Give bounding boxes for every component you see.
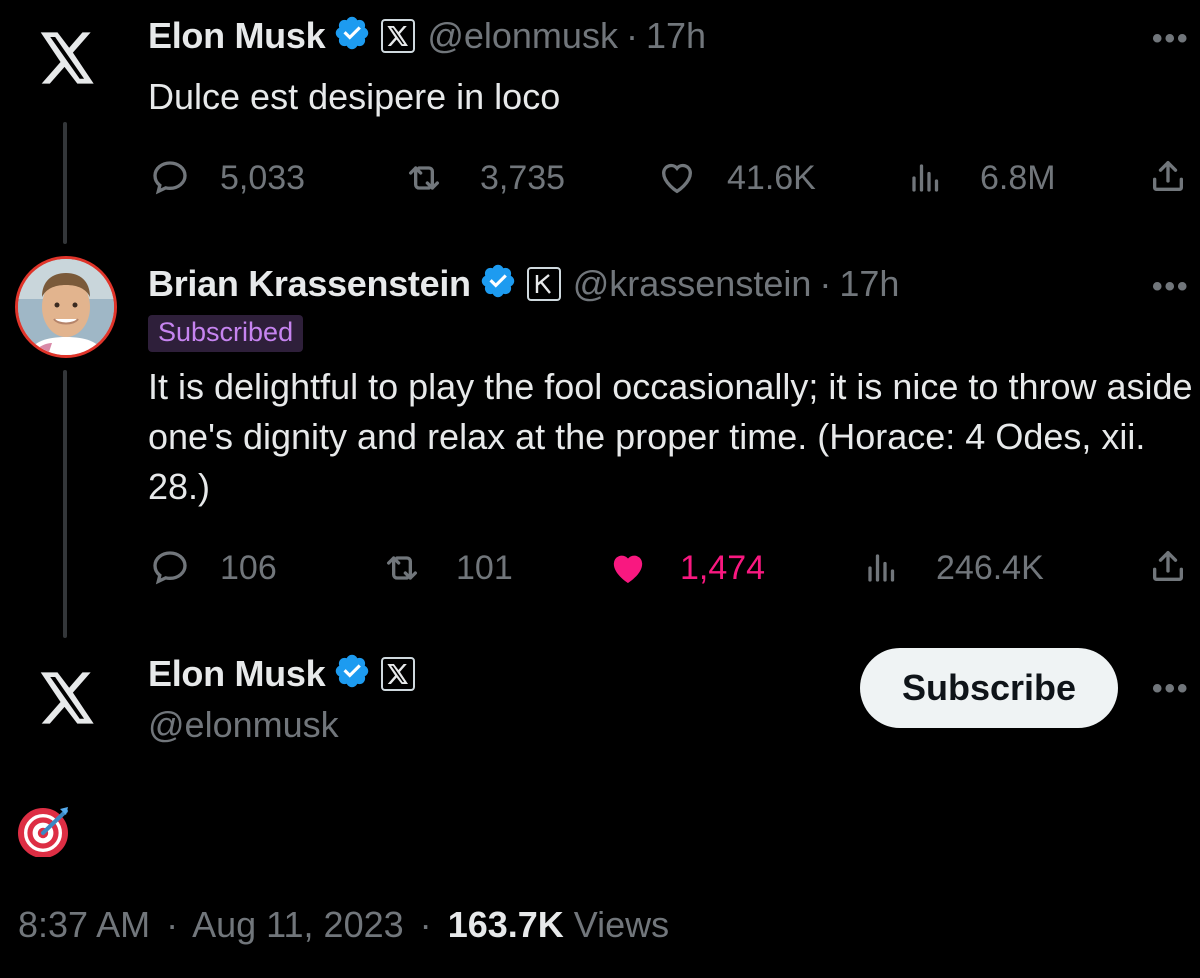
x-affiliation-icon[interactable] bbox=[381, 18, 416, 53]
author-name[interactable]: Elon Musk bbox=[148, 653, 326, 695]
share-button[interactable] bbox=[1148, 156, 1188, 196]
views-label: Views bbox=[573, 904, 670, 945]
separator-dot: · bbox=[166, 904, 179, 945]
x-logo-icon bbox=[40, 32, 94, 84]
separator-dot: · bbox=[625, 14, 638, 56]
views-count: 246.4K bbox=[936, 548, 1044, 587]
tweet-date[interactable]: Aug 11, 2023 bbox=[192, 904, 404, 945]
tweet1-header: Elon Musk @elonmusk · 17h bbox=[148, 14, 706, 57]
x-logo-avatar[interactable] bbox=[18, 8, 118, 108]
tweet-text bbox=[18, 805, 74, 862]
more-options-icon[interactable]: ••• bbox=[1152, 22, 1190, 56]
tweet-time[interactable]: 17h bbox=[646, 15, 706, 57]
views-icon bbox=[912, 164, 939, 192]
separator-dot: · bbox=[819, 262, 832, 304]
tweet-time[interactable]: 17h bbox=[839, 263, 899, 305]
tweet-text: It is delightful to play the fool occasi… bbox=[148, 366, 1193, 507]
views-count: 6.8M bbox=[980, 158, 1056, 197]
subscribe-button[interactable]: Subscribe bbox=[860, 648, 1118, 728]
tweet-text: Dulce est desipere in loco bbox=[148, 76, 561, 117]
share-button[interactable] bbox=[1148, 546, 1188, 586]
repost-count: 101 bbox=[456, 548, 513, 587]
tweet-timestamp[interactable]: 8:37 AM bbox=[18, 904, 150, 945]
more-options-icon[interactable]: ••• bbox=[1152, 270, 1190, 304]
repost-button[interactable]: 3,735 bbox=[400, 158, 565, 198]
reply-button[interactable]: 106 bbox=[148, 548, 277, 588]
more-options-icon[interactable]: ••• bbox=[1152, 672, 1190, 706]
tweet-meta: 8:37 AM · Aug 11, 2023 · 163.7K Views bbox=[18, 904, 669, 946]
krassenstein-affiliation-icon[interactable] bbox=[526, 266, 561, 301]
avatar-photo-image bbox=[18, 259, 114, 355]
like-count: 41.6K bbox=[727, 158, 816, 197]
repost-icon bbox=[409, 166, 439, 190]
verified-badge-icon[interactable] bbox=[333, 14, 371, 57]
author-handle[interactable]: @elonmusk bbox=[148, 704, 339, 746]
subscribed-badge: Subscribed bbox=[148, 315, 304, 352]
repost-button[interactable]: 101 bbox=[378, 548, 513, 588]
author-name[interactable]: Brian Krassenstein bbox=[148, 263, 471, 305]
author-avatar[interactable] bbox=[15, 256, 117, 358]
heart-filled-icon bbox=[613, 555, 643, 583]
author-handle[interactable]: @krassenstein bbox=[573, 263, 812, 305]
separator-dot: · bbox=[419, 904, 432, 945]
views-count[interactable]: 163.7K bbox=[448, 904, 564, 945]
reply-button[interactable]: 5,033 bbox=[148, 158, 305, 198]
x-logo-avatar[interactable] bbox=[18, 648, 118, 748]
share-icon bbox=[1153, 161, 1183, 191]
like-count: 1,474 bbox=[680, 548, 766, 587]
views-button[interactable]: 246.4K bbox=[864, 548, 1044, 588]
reply-count: 106 bbox=[220, 548, 277, 587]
repost-count: 3,735 bbox=[480, 158, 566, 197]
views-icon bbox=[868, 554, 895, 582]
thread-line bbox=[63, 122, 67, 244]
author-name[interactable]: Elon Musk bbox=[148, 15, 326, 57]
heart-icon bbox=[661, 163, 693, 194]
reply-count: 5,033 bbox=[220, 158, 306, 197]
author-handle[interactable]: @elonmusk bbox=[427, 15, 618, 57]
tweet2-header: Brian Krassenstein @krassenstein · 17h bbox=[148, 262, 899, 305]
verified-badge-icon[interactable] bbox=[479, 262, 517, 305]
like-button[interactable]: 41.6K bbox=[655, 158, 816, 198]
share-icon bbox=[1153, 551, 1183, 581]
views-button[interactable]: 6.8M bbox=[908, 158, 1056, 198]
direct-hit-icon bbox=[18, 807, 68, 858]
verified-badge-icon[interactable] bbox=[333, 652, 371, 695]
like-button[interactable]: 1,474 bbox=[606, 548, 765, 588]
main-tweet-header: Elon Musk bbox=[148, 652, 427, 695]
x-affiliation-icon[interactable] bbox=[381, 656, 416, 691]
thread-line bbox=[63, 370, 67, 638]
x-logo-icon bbox=[40, 672, 94, 724]
repost-icon bbox=[387, 556, 417, 580]
reply-icon bbox=[153, 161, 187, 195]
reply-icon bbox=[153, 551, 187, 585]
